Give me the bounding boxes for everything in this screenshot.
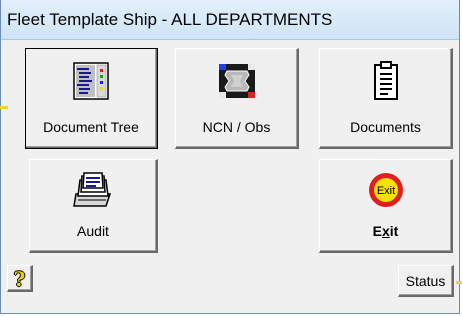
exit-sign-text: Exit: [376, 185, 394, 197]
ncn-obs-button[interactable]: NCN / Obs: [175, 48, 299, 149]
audit-button[interactable]: Audit: [29, 159, 158, 253]
right-edge-marker: [456, 281, 462, 284]
help-icon: ?: [13, 267, 26, 291]
exit-mnemonic: x: [381, 223, 390, 239]
title-bar: Fleet Template Ship - ALL DEPARTMENTS: [1, 0, 459, 40]
exit-sign-icon: Exit: [366, 170, 406, 215]
ncn-obs-icon: [216, 61, 258, 106]
exit-label: Exit: [372, 223, 399, 239]
clipboard-icon: [368, 61, 404, 106]
file-cards-icon: [72, 172, 114, 213]
documents-button[interactable]: Documents: [319, 48, 453, 149]
status-label: Status: [405, 273, 446, 289]
window-title: Fleet Template Ship - ALL DEPARTMENTS: [7, 10, 333, 29]
ncn-obs-label: NCN / Obs: [202, 119, 271, 135]
documents-label: Documents: [350, 119, 421, 135]
status-button[interactable]: Status: [398, 265, 454, 297]
audit-label: Audit: [77, 223, 109, 239]
document-tree-button[interactable]: Document Tree: [25, 48, 158, 149]
document-tree-icon: [71, 61, 111, 106]
exit-button[interactable]: Exit Exit: [319, 159, 453, 253]
left-edge-marker: [0, 106, 8, 109]
help-button[interactable]: ?: [7, 265, 33, 292]
app-window: Fleet Template Ship - ALL DEPARTMENTS Do…: [0, 0, 460, 314]
document-tree-label: Document Tree: [43, 119, 139, 135]
